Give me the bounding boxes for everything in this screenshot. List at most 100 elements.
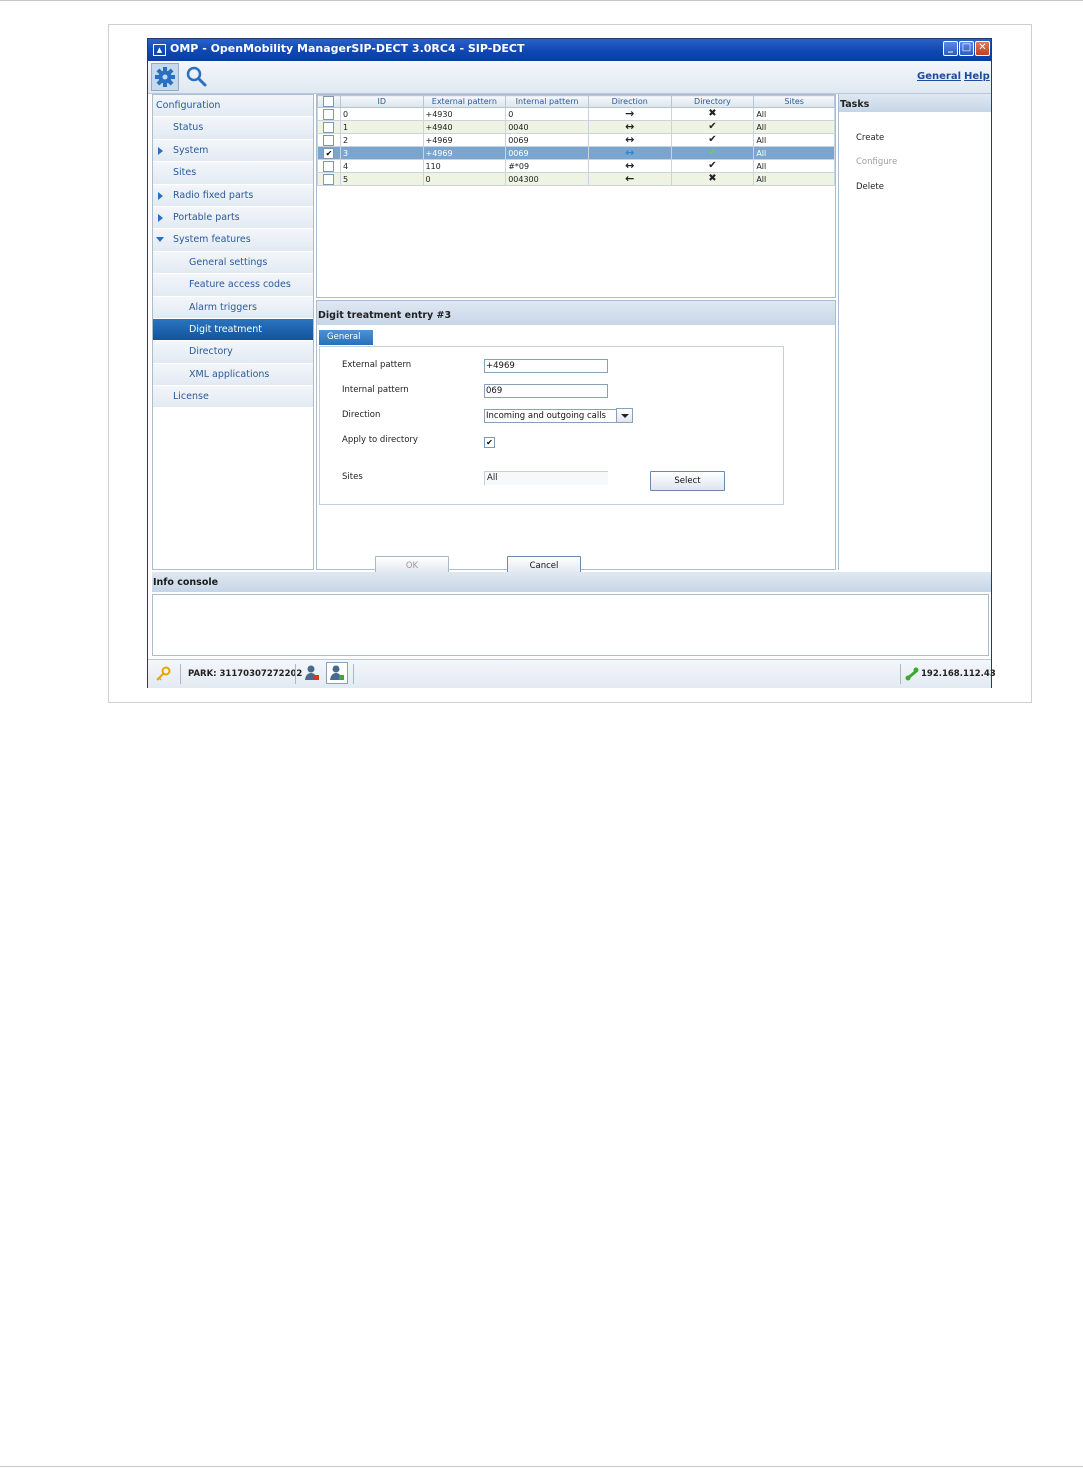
sidebar-item-status[interactable]: Status [153,117,313,140]
sites-label: Sites [342,472,363,482]
row-checkbox[interactable] [323,134,335,146]
task-create[interactable]: Create [856,133,884,143]
sidebar-item-xml-applications[interactable]: XML applications [153,363,313,387]
column-header-id[interactable]: ID [339,95,424,108]
configuration-tool-button[interactable] [151,63,179,91]
sidebar-item-system-features[interactable]: System features [153,229,313,252]
table-row[interactable]: 2 +4969 0069 ↔ ✔ All [317,133,835,147]
sidebar-item-license[interactable]: License [153,386,313,409]
sidebar-item-sites[interactable]: Sites [153,162,313,185]
sidebar-item-label: System [173,144,209,156]
row-checkbox[interactable] [323,173,335,185]
sidebar-item-label: Portable parts [173,211,240,223]
row-checkbox-cell [317,133,341,147]
select-all-checkbox[interactable] [323,96,335,107]
row-checkbox-cell [317,159,341,173]
apply-to-directory-checkbox[interactable]: ✔ [484,437,495,448]
sidebar-item-directory[interactable]: Directory [153,341,313,364]
table-row[interactable]: ✔ 3 +4969 0069 ↔ ✔ All [317,146,835,160]
omp-icon: ▲ [153,44,166,56]
info-console-header: Info console [152,572,991,592]
sidebar-item-radio-fixed-parts[interactable]: Radio fixed parts [153,184,313,207]
select-sites-button[interactable]: Select [650,471,725,491]
external-pattern-label: External pattern [342,360,412,370]
select-all-header[interactable] [317,95,341,108]
cell-direction: → [587,107,672,121]
help-link[interactable]: Help [964,71,990,82]
column-header-internal-pattern[interactable]: Internal pattern [505,95,589,108]
nav-configuration[interactable]: Configuration [153,95,313,118]
row-checkbox[interactable] [323,160,335,172]
column-header-directory[interactable]: Directory [670,95,755,108]
collapsed-arrow-icon[interactable] [158,213,163,222]
direction-select[interactable]: Incoming and outgoing calls [484,409,617,423]
table-row[interactable]: 1 +4940 0040 ↔ ✔ All [317,120,835,134]
gear-icon [155,67,175,87]
search-icon [186,66,207,87]
cell-directory: ✖ [670,107,755,121]
task-delete[interactable]: Delete [856,182,884,192]
cell-directory: ✔ [670,120,755,134]
maximize-button[interactable]: □ [959,41,974,56]
table-row[interactable]: 5 0 004300 ← ✖ All [317,172,835,186]
row-checkbox-cell: ✔ [317,146,341,160]
internal-pattern-input[interactable]: 069 [484,384,608,398]
column-header-direction[interactable]: Direction [587,95,672,108]
cell-sites: All [753,172,835,186]
direction-dropdown-button[interactable] [616,408,633,423]
close-button[interactable]: ✕ [975,41,990,56]
sites-field: All [484,471,608,485]
collapsed-arrow-icon[interactable] [158,146,163,155]
cell-directory: ✔ [670,133,755,147]
title-bar[interactable]: ▲ OMP - OpenMobility ManagerSIP-DECT 3.0… [148,39,991,61]
cell-sites: All [753,120,835,134]
detail-header: Digit treatment entry #3 [317,301,835,325]
expanded-arrow-icon[interactable] [156,237,164,243]
direction-label: Direction [342,410,381,420]
sidebar-item-general-settings[interactable]: General settings [153,251,313,275]
collapsed-arrow-icon[interactable] [158,191,163,200]
minimize-button[interactable]: _ [943,41,958,56]
cell-external-pattern: +4969 [422,146,507,160]
task-configure[interactable]: Configure [856,157,897,167]
cell-id: 3 [339,146,424,160]
status-separator [900,664,901,684]
row-checkbox[interactable] [323,121,335,133]
page-top-rule [0,0,1083,1]
user-green-button[interactable] [326,662,348,684]
status-separator [180,664,181,684]
sidebar-item-portable-parts[interactable]: Portable parts [153,206,313,230]
user-red-button[interactable] [301,662,323,684]
navigation-tree: Configuration Status System Sites Radio fix… [152,94,314,570]
sidebar-item-alarm-triggers[interactable]: Alarm triggers [153,296,313,319]
data-grid: ID External pattern Internal pattern Dir… [317,95,835,186]
cell-direction: ↔ [587,146,672,160]
cell-external-pattern: +4930 [422,107,507,121]
sidebar-item-digit-treatment[interactable]: Digit treatment [153,318,313,342]
cell-direction: ↔ [587,159,672,173]
cell-internal-pattern: 0040 [505,120,589,134]
general-link[interactable]: General [917,71,961,82]
cell-internal-pattern: 0069 [505,133,589,147]
cell-sites: All [753,146,835,160]
row-checkbox[interactable]: ✔ [323,147,335,159]
sidebar-item-system[interactable]: System [153,139,313,163]
cell-directory: ✔ [670,146,755,160]
external-pattern-input[interactable]: +4969 [484,359,608,373]
cell-id: 5 [339,172,424,186]
toolbar: General Help [148,61,991,94]
cell-id: 2 [339,133,424,147]
row-checkbox[interactable] [323,108,335,120]
sidebar-item-label: General settings [189,256,268,268]
user-green-icon [330,665,344,680]
search-tool-button[interactable] [184,64,210,90]
sidebar-item-feature-access-codes[interactable]: Feature access codes [153,274,313,297]
park-number: PARK: 31170307272202 [188,669,303,679]
table-row[interactable]: 0 +4930 0 → ✖ All [317,107,835,121]
column-header-sites[interactable]: Sites [753,95,835,108]
sidebar-item-label: System features [173,234,251,246]
table-row[interactable]: 4 110 #*09 ↔ ✔ All [317,159,835,173]
apply-to-directory-label: Apply to directory [342,435,418,445]
tab-general[interactable]: General [319,330,373,345]
column-header-external-pattern[interactable]: External pattern [422,95,507,108]
